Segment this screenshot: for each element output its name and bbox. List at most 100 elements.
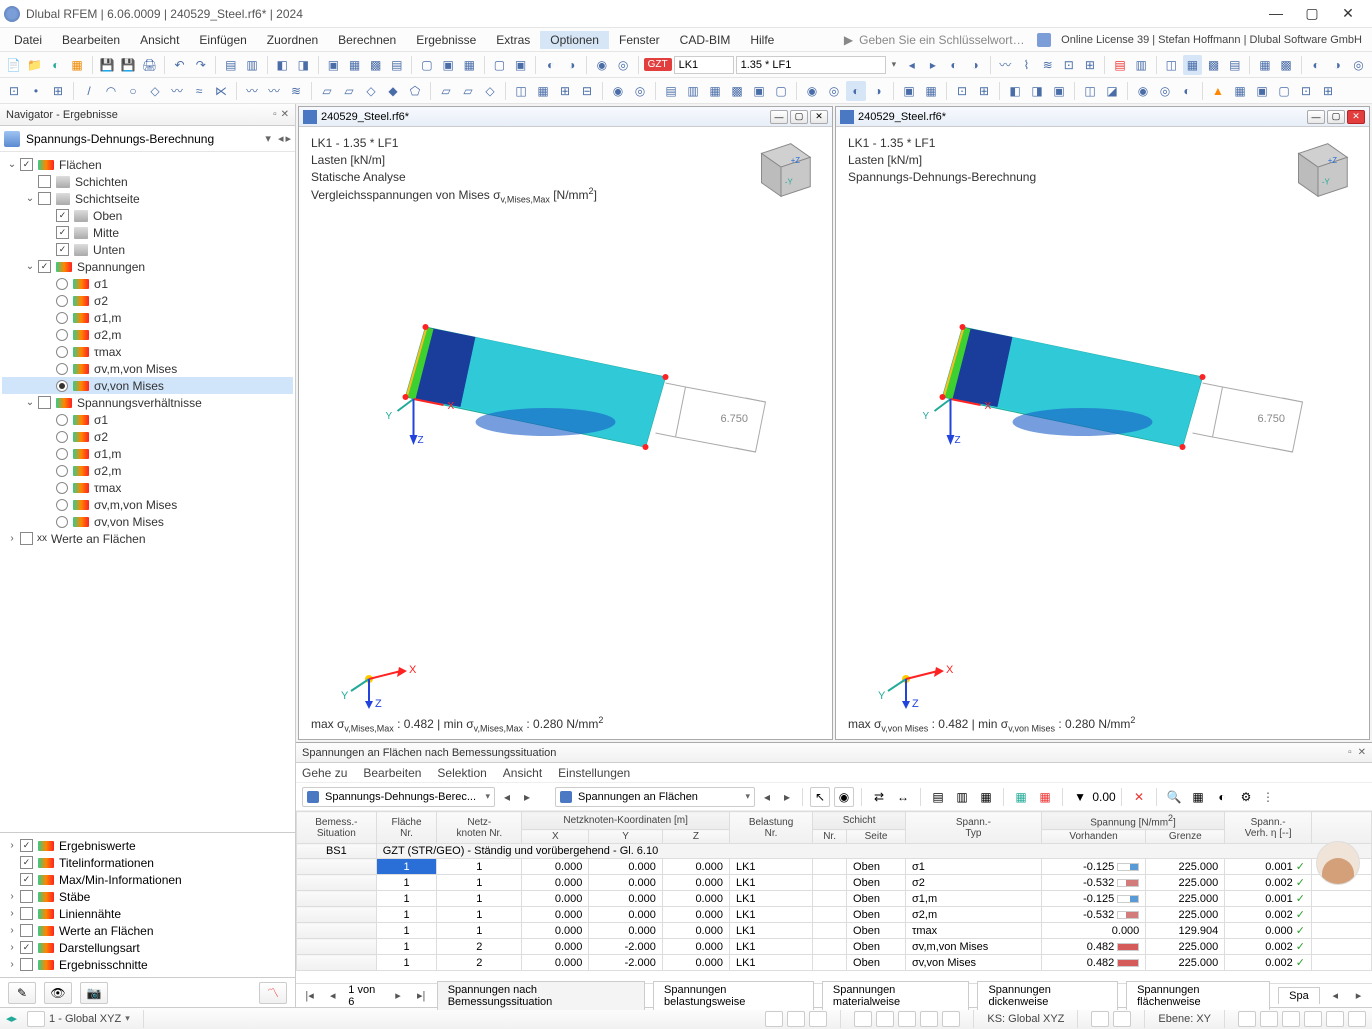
tool-icon[interactable]: ◐ xyxy=(541,55,560,75)
tool-icon[interactable]: 〰 xyxy=(264,81,284,101)
tool-icon[interactable]: ⊞ xyxy=(48,81,68,101)
tool-icon[interactable]: ▤ xyxy=(661,81,681,101)
tool-icon[interactable]: ▱ xyxy=(436,81,456,101)
tp-menu-ansicht[interactable]: Ansicht xyxy=(503,766,542,780)
view-icon[interactable]: 👁 xyxy=(44,982,72,1004)
orientation-cube[interactable]: +Z-Y xyxy=(1279,135,1357,207)
tool-icon[interactable]: • xyxy=(26,81,46,101)
menu-datei[interactable]: Datei xyxy=(4,31,52,49)
tool-icon[interactable]: ▩ xyxy=(1204,55,1223,75)
tool-icon[interactable]: ⊡ xyxy=(1059,55,1078,75)
viewport-2[interactable]: 240529_Steel.rf6* — ▢ ✕ LK1 - 1.35 * LF1… xyxy=(835,106,1370,740)
tp-combo-2[interactable]: Spannungen an Flächen xyxy=(555,787,755,807)
apply-icon[interactable]: ✎ xyxy=(8,982,36,1004)
tool-icon[interactable]: ⌇ xyxy=(1017,55,1036,75)
tool-icon[interactable]: ◫ xyxy=(511,81,531,101)
close-panel-icon[interactable]: ✕ xyxy=(281,109,289,120)
data-table[interactable]: Bemess.- Situation Fläche Nr. Netz- knot… xyxy=(296,811,1372,983)
save-icon[interactable]: 💾 xyxy=(98,55,117,75)
table-row[interactable]: 110.0000.0000.000LK1Obenσ1-0.125225.0000… xyxy=(297,859,1372,875)
tool-icon[interactable]: ▣ xyxy=(511,55,530,75)
scroll-right-icon[interactable]: ▸ xyxy=(1351,989,1366,1002)
first-icon[interactable]: |◂ xyxy=(302,989,317,1002)
tool-icon[interactable]: ▤ xyxy=(1110,55,1129,75)
table-row[interactable]: 110.0000.0000.000LK1Obenτmax0.000129.904… xyxy=(297,923,1372,939)
tool-icon[interactable]: ▦ xyxy=(921,81,941,101)
minimize-button[interactable]: — xyxy=(1264,5,1288,22)
scroll-left-icon[interactable]: ◂ xyxy=(1328,989,1343,1002)
tool-icon[interactable]: ▩ xyxy=(366,55,385,75)
tool-icon[interactable]: 〰 xyxy=(242,81,262,101)
menu-berechnen[interactable]: Berechnen xyxy=(328,31,406,49)
tool-icon[interactable]: ◎ xyxy=(1155,81,1175,101)
highlight-icon[interactable]: ◉ xyxy=(834,787,854,807)
maximize-button[interactable]: ▢ xyxy=(1300,5,1324,22)
status-ks[interactable]: KS: Global XYZ xyxy=(987,1013,1064,1025)
tool-icon[interactable]: ⊞ xyxy=(555,81,575,101)
table-row[interactable]: 120.000-2.0000.000LK1Obenσv,m,von Mises0… xyxy=(297,939,1372,955)
saveall-icon[interactable]: 💾 xyxy=(119,55,138,75)
vp-max-icon[interactable]: ▢ xyxy=(790,110,808,124)
tab-spa[interactable]: Spa xyxy=(1278,987,1320,1004)
tool-icon[interactable]: ▢ xyxy=(771,81,791,101)
close-panel-icon[interactable]: ✕ xyxy=(1358,747,1366,758)
assistant-avatar[interactable] xyxy=(1316,841,1360,885)
wizard-icon[interactable]: ◐ xyxy=(46,55,65,75)
select-icon[interactable]: ↖ xyxy=(810,787,830,807)
tool-icon[interactable]: ⊡ xyxy=(4,81,24,101)
tool-icon[interactable]: ◇ xyxy=(480,81,500,101)
tool-icon[interactable]: ◑ xyxy=(1328,55,1347,75)
vp-close-icon[interactable]: ✕ xyxy=(1347,110,1365,124)
tab-dicken[interactable]: Spannungen dickenweise xyxy=(977,981,1118,1010)
block-icon[interactable]: ▦ xyxy=(67,55,86,75)
color-icon[interactable]: ▦ xyxy=(1011,787,1031,807)
vp-max-icon[interactable]: ▢ xyxy=(1327,110,1345,124)
tool-icon[interactable]: ◐ xyxy=(1212,787,1232,807)
tool-icon[interactable]: ⊞ xyxy=(974,81,994,101)
next-icon[interactable]: ▸ xyxy=(390,989,405,1002)
tp-menu-bearbeiten[interactable]: Bearbeiten xyxy=(363,766,421,780)
tool-icon[interactable]: ▦ xyxy=(1188,787,1208,807)
filter-icon[interactable]: ⇄ xyxy=(869,787,889,807)
open-icon[interactable]: 📁 xyxy=(25,55,44,75)
next-icon[interactable]: ▸ xyxy=(779,790,795,804)
tool-icon[interactable]: ◫ xyxy=(1080,81,1100,101)
tool-icon[interactable]: ◨ xyxy=(1027,81,1047,101)
menu-optionen[interactable]: Optionen xyxy=(540,31,609,49)
tool-icon[interactable]: ◎ xyxy=(613,55,632,75)
tp-menu-einstellungen[interactable]: Einstellungen xyxy=(558,766,630,780)
redo-icon[interactable]: ↷ xyxy=(191,55,210,75)
tool-icon[interactable]: 〰 xyxy=(167,81,187,101)
menu-ergebnisse[interactable]: Ergebnisse xyxy=(406,31,486,49)
table-row[interactable]: 110.0000.0000.000LK1Obenσ2-0.532225.0000… xyxy=(297,875,1372,891)
tool-icon[interactable]: ◑ xyxy=(966,55,985,75)
menu-einfuegen[interactable]: Einfügen xyxy=(189,31,256,49)
decimal-icon[interactable]: 0.00 xyxy=(1094,787,1114,807)
tool-icon[interactable]: ▦ xyxy=(705,81,725,101)
navigator-selector[interactable]: Spannungs-Dehnungs-Berechnung ▾ ◂▸ xyxy=(0,126,295,152)
tp-menu-gehezu[interactable]: Gehe zu xyxy=(302,766,347,780)
table-row[interactable]: 110.0000.0000.000LK1Obenσ1,m-0.125225.00… xyxy=(297,891,1372,907)
graph-icon[interactable]: 〽 xyxy=(259,982,287,1004)
viewport-1[interactable]: 240529_Steel.rf6* — ▢ ✕ LK1 - 1.35 * LF1… xyxy=(298,106,833,740)
layout-icon[interactable]: ▥ xyxy=(952,787,972,807)
layout-icon[interactable]: ▤ xyxy=(928,787,948,807)
dim-icon[interactable]: ↔ xyxy=(893,787,913,807)
tool-icon[interactable]: ◧ xyxy=(1005,81,1025,101)
tp-menu-selektion[interactable]: Selektion xyxy=(437,766,486,780)
table-row[interactable]: 120.000-2.0000.000LK1Obenσv,von Mises0.4… xyxy=(297,955,1372,971)
lk-combo[interactable]: LK1 xyxy=(674,56,734,74)
menu-zuordnen[interactable]: Zuordnen xyxy=(257,31,328,49)
tool-icon[interactable]: ◐ xyxy=(1307,55,1326,75)
search-icon[interactable]: 🔍 xyxy=(1164,787,1184,807)
tool-icon[interactable]: ⚙ xyxy=(1236,787,1256,807)
tool-icon[interactable]: ▲ xyxy=(1208,81,1228,101)
nav-next-icon[interactable]: ▸ xyxy=(923,55,942,75)
tool-icon[interactable]: ◐ xyxy=(1177,81,1197,101)
tool-icon[interactable]: ◪ xyxy=(1102,81,1122,101)
tool-icon[interactable]: ◎ xyxy=(1349,55,1368,75)
vp-min-icon[interactable]: — xyxy=(770,110,788,124)
tool-icon[interactable]: ◨ xyxy=(294,55,313,75)
menu-extras[interactable]: Extras xyxy=(486,31,540,49)
tab-material[interactable]: Spannungen materialweise xyxy=(822,981,970,1010)
